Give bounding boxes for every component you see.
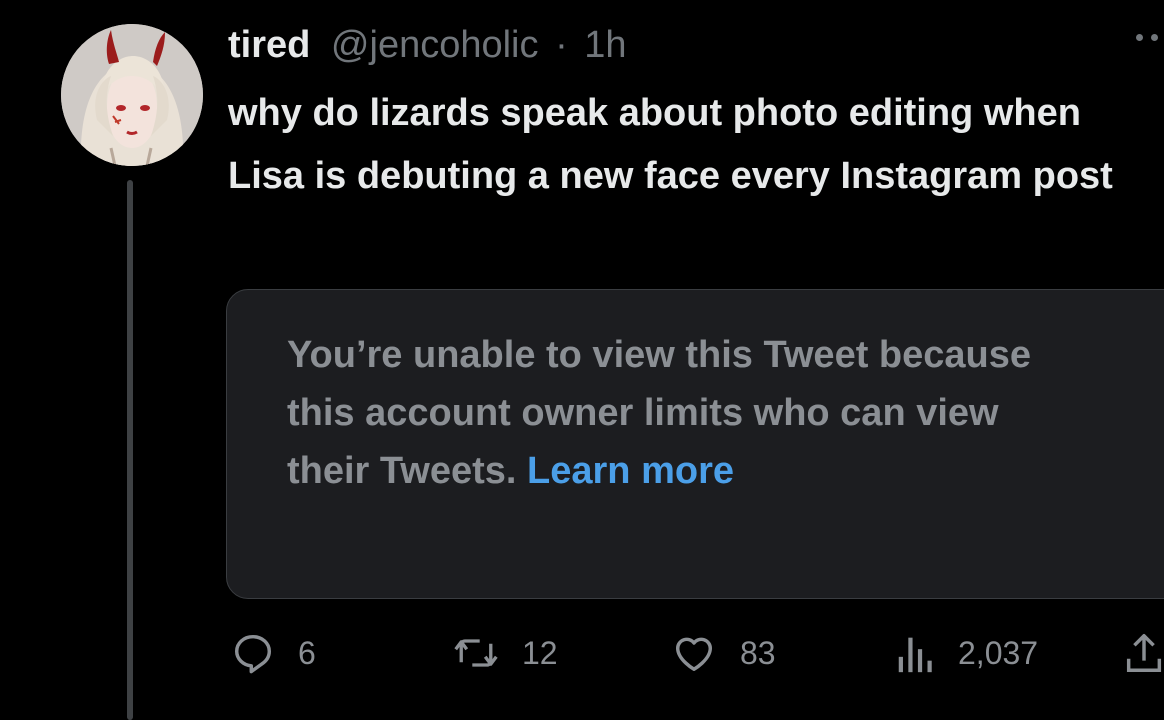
learn-more-link[interactable]: Learn more: [527, 450, 734, 492]
separator: ·: [555, 24, 568, 66]
views-bar-chart-icon: [898, 637, 932, 673]
reply-icon: [234, 634, 272, 674]
dot: [1136, 34, 1143, 41]
action-bar: 6 12 83 2,037: [0, 620, 1164, 690]
share-icon: [1126, 634, 1162, 672]
retweet-icon: [454, 639, 498, 667]
like-button[interactable]: 83: [670, 620, 776, 686]
retweet-count: 12: [522, 634, 558, 671]
unavailable-tweet-card: You’re unable to view this Tweet because…: [226, 289, 1164, 599]
tweet-header: tired @jencoholic · 1h: [228, 22, 627, 68]
anime-girl-avatar-icon: [61, 24, 203, 166]
tweet-text: why do lizards speak about photo editing…: [228, 92, 1113, 197]
reply-button[interactable]: 6: [230, 620, 316, 686]
reply-count: 6: [298, 634, 316, 671]
share-button[interactable]: [1124, 620, 1164, 686]
retweet-button[interactable]: 12: [452, 620, 558, 686]
more-dots-icon[interactable]: [1136, 34, 1158, 41]
handle[interactable]: @jencoholic: [331, 24, 539, 66]
avatar[interactable]: [61, 24, 203, 166]
dot: [1151, 34, 1158, 41]
heart-icon: [675, 637, 713, 672]
views-button[interactable]: 2,037: [896, 620, 1038, 686]
like-count: 83: [740, 634, 776, 671]
view-count: 2,037: [958, 634, 1039, 671]
unavailable-message: You’re unable to view this Tweet because…: [287, 326, 1077, 500]
display-name[interactable]: tired: [228, 24, 310, 66]
timestamp[interactable]: 1h: [584, 24, 626, 66]
